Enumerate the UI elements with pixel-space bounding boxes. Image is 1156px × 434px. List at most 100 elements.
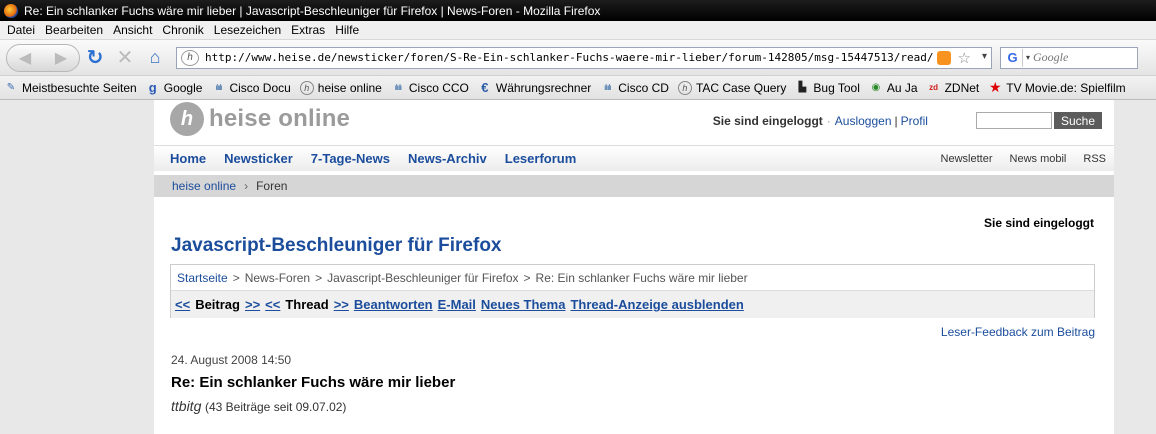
bookmark-google[interactable]: g Google <box>146 80 203 95</box>
url-text[interactable]: http://www.heise.de/newsticker/foren/S-R… <box>205 51 933 64</box>
nav-news-archiv[interactable]: News-Archiv <box>408 151 487 166</box>
menu-chronik[interactable]: Chronik <box>157 23 208 37</box>
url-dropdown-icon[interactable]: ▾ <box>982 51 987 62</box>
nav-newsticker[interactable]: Newsticker <box>224 151 293 166</box>
bookmark-tv-movie[interactable]: ★ TV Movie.de: Spielfilm <box>988 79 1126 95</box>
nav-rss[interactable]: RSS <box>1083 153 1106 165</box>
site-logo[interactable]: h heise online <box>170 102 350 136</box>
menu-extras[interactable]: Extras <box>286 23 330 37</box>
bookmark-cisco-cd[interactable]: ılıılı Cisco CD <box>600 81 669 95</box>
star-icon: ★ <box>988 79 1002 95</box>
menu-datei[interactable]: Datei <box>2 23 40 37</box>
separator-dot: · <box>826 113 831 128</box>
navigation-toolbar: ◀ ▶ ↻ ✕ ⌂ h http://www.heise.de/newstick… <box>0 40 1156 76</box>
google-icon: g <box>148 80 157 95</box>
heise-icon: h <box>677 80 692 95</box>
forum-path: Startseite > News-Foren > Javascript-Bes… <box>171 265 1094 291</box>
breadcrumb-separator: › <box>244 179 249 193</box>
post-title: Re: Ein schlanker Fuchs wäre mir lieber <box>171 374 456 391</box>
hide-thread-link[interactable]: Thread-Anzeige ausblenden <box>570 297 743 312</box>
reply-link[interactable]: Beantworten <box>354 297 433 312</box>
bookmark-zdnet[interactable]: zd ZDNet <box>927 81 979 95</box>
nav-leserforum[interactable]: Leserforum <box>505 151 577 166</box>
reload-icon[interactable]: ↻ <box>80 44 110 72</box>
bookmark-au-ja[interactable]: ◉ Au Ja <box>869 81 918 95</box>
breadcrumb-current: Foren <box>256 179 288 193</box>
cisco-icon: ılıılı <box>215 83 222 92</box>
rss-feed-icon[interactable] <box>937 50 951 65</box>
home-icon[interactable]: ⌂ <box>140 44 170 72</box>
forum-actions: << Beitrag >> << Thread >> Beantworten E… <box>171 291 1094 318</box>
nav-7-tage-news[interactable]: 7-Tage-News <box>311 151 390 166</box>
bookmark-heise-online[interactable]: h heise online <box>299 80 382 95</box>
window-title: Re: Ein schlanker Fuchs wäre mir lieber … <box>24 3 601 18</box>
menu-lesezeichen[interactable]: Lesezeichen <box>209 23 286 37</box>
search-box[interactable]: G ▾ <box>1000 46 1138 69</box>
menu-ansicht[interactable]: Ansicht <box>108 23 157 37</box>
url-bar[interactable]: h http://www.heise.de/newsticker/foren/S… <box>176 46 992 69</box>
back-icon[interactable]: ◀ <box>19 48 31 68</box>
bookmark-bug-tool[interactable]: ▙ Bug Tool <box>795 81 860 95</box>
google-engine-icon[interactable]: G <box>1003 48 1023 67</box>
path-separator: > <box>523 270 531 285</box>
path-separator: > <box>232 270 240 285</box>
menu-bar: Datei Bearbeiten Ansicht Chronik Lesezei… <box>0 21 1156 40</box>
forum-login-status: Sie sind eingeloggt <box>983 216 1094 230</box>
path-forum[interactable]: Javascript-Beschleuniger für Firefox <box>327 271 518 285</box>
site-brand: heise online <box>209 105 351 132</box>
page-title: Javascript-Beschleuniger für Firefox <box>171 235 502 256</box>
forum-navigation-box: Startseite > News-Foren > Javascript-Bes… <box>170 264 1095 318</box>
folder-icon: ✎ <box>6 82 16 93</box>
breadcrumb: heise online › Foren <box>154 175 1114 197</box>
nav-news-mobil[interactable]: News mobil <box>1010 153 1067 165</box>
path-startseite[interactable]: Startseite <box>177 271 228 285</box>
next-post-link[interactable]: >> <box>245 297 260 312</box>
prev-thread-link[interactable]: << <box>265 297 280 312</box>
cisco-icon: ılıılı <box>604 83 611 92</box>
site-search-button[interactable]: Suche <box>1053 112 1102 129</box>
post-label: Beitrag <box>195 297 240 312</box>
profile-link[interactable]: Profil <box>901 114 928 128</box>
logout-link[interactable]: Ausloggen <box>835 114 892 128</box>
stop-icon[interactable]: ✕ <box>110 44 140 72</box>
site-identity-icon[interactable]: h <box>181 49 199 66</box>
bookmark-star-icon[interactable]: ☆ <box>958 49 971 67</box>
engine-dropdown-icon[interactable]: ▾ <box>1023 53 1033 62</box>
path-post: Re: Ein schlanker Fuchs wäre mir lieber <box>535 270 748 285</box>
nav-home[interactable]: Home <box>170 151 206 166</box>
new-topic-link[interactable]: Neues Thema <box>481 297 566 312</box>
reader-feedback-link[interactable]: Leser-Feedback zum Beitrag <box>941 325 1095 339</box>
bookmark-tac-case-query[interactable]: h TAC Case Query <box>677 80 786 95</box>
site-search-input[interactable] <box>975 112 1052 129</box>
login-status: Sie sind eingeloggt <box>712 113 823 128</box>
globe-icon: ◉ <box>871 82 881 93</box>
email-link[interactable]: E-Mail <box>438 297 476 312</box>
nav-newsletter[interactable]: Newsletter <box>941 153 993 165</box>
search-input[interactable] <box>1033 50 1124 65</box>
bookmark-waehrungsrechner[interactable]: € Währungsrechner <box>478 80 591 95</box>
firefox-icon <box>4 3 18 18</box>
window-title-bar: Re: Ein schlanker Fuchs wäre mir lieber … <box>0 0 1156 21</box>
path-separator: > <box>315 270 323 285</box>
breadcrumb-home[interactable]: heise online <box>172 179 236 193</box>
main-navigation: Home Newsticker 7-Tage-News News-Archiv … <box>154 145 1114 171</box>
thread-label: Thread <box>285 297 329 312</box>
author-name[interactable]: ttbitg <box>171 398 201 414</box>
prev-post-link[interactable]: << <box>175 297 190 312</box>
bookmark-cisco-cco[interactable]: ılıılı Cisco CCO <box>391 81 469 95</box>
separator-pipe: | <box>894 113 898 128</box>
next-thread-link[interactable]: >> <box>334 297 349 312</box>
bar-chart-icon: ▙ <box>798 82 807 93</box>
bookmark-meistbesuchte-seiten[interactable]: ✎ Meistbesuchte Seiten <box>4 81 137 95</box>
forward-icon[interactable]: ▶ <box>55 48 67 68</box>
login-bar: Sie sind eingeloggt · Ausloggen | Profil… <box>713 112 1102 129</box>
bookmarks-bar: ✎ Meistbesuchte Seiten g Google ılıılı C… <box>0 76 1156 100</box>
bookmark-cisco-docu[interactable]: ılıılı Cisco Docu <box>211 81 291 95</box>
menu-hilfe[interactable]: Hilfe <box>330 23 364 37</box>
menu-bearbeiten[interactable]: Bearbeiten <box>40 23 108 37</box>
heise-logo-icon: h <box>170 102 204 136</box>
path-news-foren[interactable]: News-Foren <box>245 271 310 285</box>
euro-icon: € <box>481 80 489 95</box>
back-forward-group: ◀ ▶ <box>6 43 80 72</box>
post-date: 24. August 2008 14:50 <box>171 353 292 367</box>
